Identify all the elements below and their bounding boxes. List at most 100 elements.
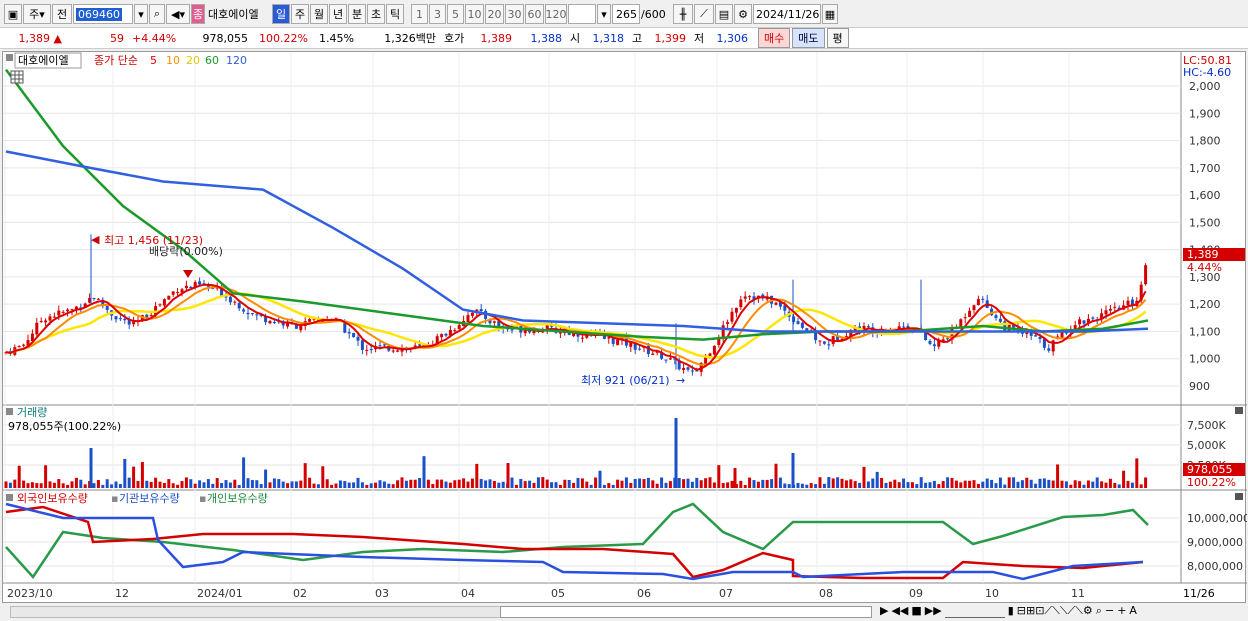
low-annotation-arrow: → (676, 374, 685, 387)
draw-tool-icon[interactable]: ⟋ (694, 4, 714, 24)
volume-bar (695, 477, 699, 488)
candle-body (22, 344, 26, 346)
stop-icon[interactable]: ■ (911, 604, 921, 618)
volume-value: 978,055주(100.22%) (8, 420, 121, 433)
volume-bar (510, 477, 514, 488)
volume-panel-handle[interactable] (6, 408, 13, 415)
volume-bar (105, 479, 109, 488)
holding-tick-label: 8,000,000 (1187, 560, 1243, 573)
volume-tag-value: 978,055 (1187, 463, 1233, 476)
save-icon[interactable]: ▤ (715, 4, 733, 24)
volume-bar (884, 482, 888, 488)
current-price: 1,389 ▲ (18, 31, 62, 45)
interval-tab-60[interactable]: 60 (525, 4, 544, 24)
minus-icon[interactable]: − (1105, 604, 1114, 618)
interval-tab-3[interactable]: 3 (429, 4, 446, 24)
interval-input[interactable] (568, 4, 596, 24)
holding-panel-handle[interactable] (6, 494, 13, 501)
interval-tab-20[interactable]: 20 (485, 4, 504, 24)
holding-tick-label: 10,000,000 (1187, 512, 1247, 525)
market-select[interactable]: 주 ▾ (23, 4, 51, 24)
font-icon[interactable]: A (1129, 604, 1137, 618)
scroll-thumb[interactable] (500, 606, 872, 618)
panel-handle-icon[interactable] (6, 54, 13, 61)
candle-body (308, 319, 312, 322)
stock-chart[interactable]: 2,0001,9001,8001,7001,6001,5001,4001,300… (3, 52, 1248, 604)
volume-bar (563, 479, 567, 488)
volume-bar (554, 482, 558, 488)
volume-bar (462, 478, 466, 488)
scroll-bar: ▶ ◀◀ ■ ▶▶ ▮ ⊟⊞⊡⟋⟍⟍⟋⟍⚙ ⌕ − + A (0, 603, 1248, 621)
period-tab-3[interactable]: 년 (329, 4, 347, 24)
volume-bar (466, 481, 470, 488)
interval-tab-30[interactable]: 30 (505, 4, 524, 24)
volume-bar (242, 457, 246, 488)
period-tab-4[interactable]: 분 (348, 4, 366, 24)
stock-name: 대호에이엘 (208, 8, 259, 21)
chart-area[interactable]: 2,0001,9001,8001,7001,6001,5001,4001,300… (2, 51, 1248, 604)
volume-bar (1130, 482, 1134, 488)
interval-dropdown-icon[interactable]: ▾ (597, 4, 611, 24)
period-tabs: 일주월년분초틱 (272, 4, 405, 24)
legend-sep-2: ▪ (199, 492, 206, 505)
eval-button[interactable]: 평 (826, 28, 849, 48)
table-icon[interactable] (10, 70, 24, 84)
candle-body (365, 349, 369, 351)
code-dropdown-icon[interactable]: ▾ (134, 4, 148, 24)
candle-icon[interactable]: ╫ (673, 4, 693, 24)
price-tick-label: 1,700 (1189, 162, 1221, 175)
volume-bar (743, 484, 747, 488)
volume-bar (514, 484, 518, 488)
candle-body (774, 302, 778, 305)
forward-icon[interactable]: ▶▶ (925, 604, 942, 618)
volume-bar (888, 481, 892, 488)
volume-bar (1064, 481, 1068, 488)
volume-bar (74, 477, 78, 488)
volume-bar (655, 483, 659, 488)
buy-button[interactable]: 매수 (758, 28, 791, 48)
interval-tab-5[interactable]: 5 (447, 4, 464, 24)
rewind-icon[interactable]: ◀◀ (891, 604, 908, 618)
volume-close-icon[interactable] (1235, 407, 1243, 414)
interval-tab-1[interactable]: 1 (411, 4, 428, 24)
volume-bar (484, 480, 488, 488)
window-icon[interactable]: ▣ (4, 4, 22, 24)
sell-button[interactable]: 매도 (792, 28, 825, 48)
zoom-slider[interactable] (944, 604, 1005, 618)
open-label: 시 (570, 32, 581, 45)
play-icon[interactable]: ▶ (880, 604, 888, 618)
zoom-out-icon[interactable]: ⌕ (1096, 604, 1102, 618)
holding-close-icon[interactable] (1235, 493, 1243, 500)
volume-bar (607, 483, 611, 488)
interval-tab-120[interactable]: 120 (545, 4, 567, 24)
candle-body (233, 301, 237, 303)
period-tab-2[interactable]: 월 (310, 4, 328, 24)
period-tab-6[interactable]: 틱 (386, 4, 404, 24)
zoom-thumb-icon[interactable]: ▮ (1008, 604, 1014, 618)
current-price-value: 1,389 (18, 31, 51, 45)
interval-tab-10[interactable]: 10 (465, 4, 484, 24)
speaker-icon[interactable]: ◀▾ (166, 4, 190, 24)
volume-bar (567, 479, 571, 488)
volume-bar (444, 481, 448, 488)
candle-body (510, 329, 514, 331)
volume-bar (1029, 479, 1033, 488)
all-button[interactable]: 전 (52, 4, 72, 24)
candle-body (466, 315, 470, 322)
plus-icon[interactable]: + (1117, 604, 1126, 618)
period-tab-0[interactable]: 일 (272, 4, 290, 24)
calendar-icon[interactable]: ▦ (822, 4, 838, 24)
stock-code-input[interactable]: 069460 (73, 4, 133, 24)
search-icon[interactable]: ⌕ (149, 4, 165, 24)
volume-bar (941, 481, 945, 488)
volume-bar (748, 477, 752, 488)
period-tab-1[interactable]: 주 (291, 4, 309, 24)
gear-icon[interactable]: ⚙ (734, 4, 752, 24)
volume-bar (268, 482, 272, 488)
tool-icons[interactable]: ⊟⊞⊡⟋⟍⟍⟋⟍⚙ (1017, 604, 1093, 618)
count-input[interactable]: 265 (612, 4, 640, 24)
period-tab-5[interactable]: 초 (367, 4, 385, 24)
date-input[interactable]: 2024/11/26 (753, 4, 821, 24)
candle-body (66, 309, 70, 312)
volume-bar (211, 483, 215, 488)
